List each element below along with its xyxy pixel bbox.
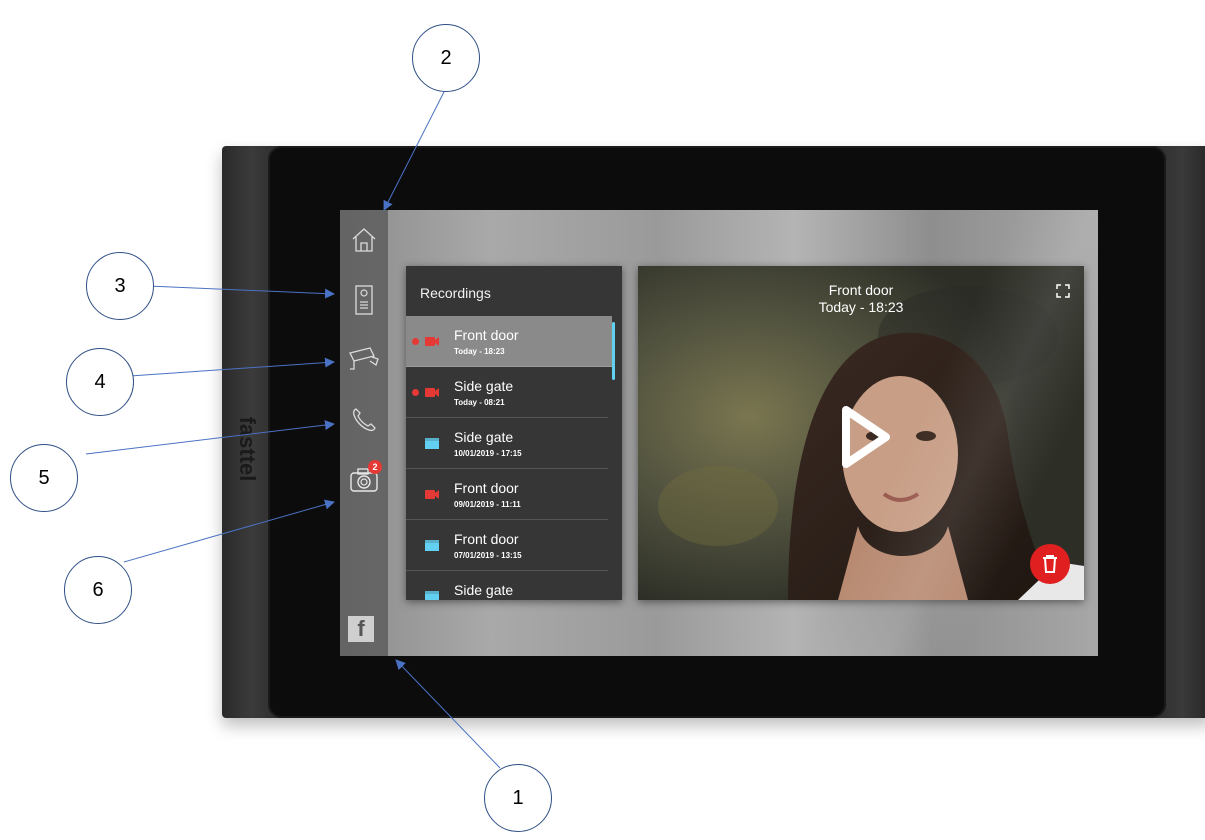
recording-item[interactable]: Side gate [406,571,608,600]
home-icon [352,228,376,252]
unread-dot [412,389,419,396]
notification-badge: 2 [368,460,382,474]
phone-icon [352,408,376,432]
recording-name: Side gate [454,429,514,445]
recording-item[interactable]: Side gate Today - 08:21 [406,367,608,418]
video-camera-icon [425,337,439,346]
recording-timestamp: Today - 18:23 [454,347,505,356]
screen: 2 f Recordings Front door Today - 18:23 Si… [340,210,1098,656]
play-icon[interactable] [840,406,890,468]
clapperboard-icon [425,591,439,600]
sidebar-item-home[interactable] [348,224,380,256]
recording-item[interactable]: Side gate 10/01/2019 - 17:15 [406,418,608,469]
recording-name: Side gate [454,378,514,394]
recordings-title: Recordings [420,285,491,301]
sidebar: 2 f [340,210,388,656]
fullscreen-icon[interactable] [1056,284,1070,298]
callout-5: 5 [10,444,78,512]
recording-name: Front door [454,480,519,496]
svg-text:fasttel: fasttel [235,417,258,482]
video-timestamp: Today - 18:23 [818,299,904,315]
recording-name: Front door [454,531,519,547]
callout-2: 2 [412,24,480,92]
clapperboard-icon [425,438,439,449]
video-camera-icon [425,490,439,499]
brand-logo-glyph: f [357,616,365,641]
recording-timestamp: Today - 08:21 [454,398,505,407]
brand-vertical-logo: fasttel [235,417,258,482]
cctv-camera-icon [349,347,379,370]
video-camera-name: Front door [828,282,894,298]
unread-dot [412,338,419,345]
recording-item[interactable]: Front door Today - 18:23 [406,316,612,367]
recording-timestamp: 09/01/2019 - 11:11 [454,500,521,509]
video-title: Front door Today - 18:23 [638,282,1084,316]
sidebar-item-cctv[interactable] [348,344,380,376]
sidebar-item-calls[interactable] [348,404,380,436]
recording-item[interactable]: Front door 07/01/2019 - 13:15 [406,520,608,571]
sidebar-item-recordings[interactable]: 2 [348,460,382,496]
recordings-panel: Recordings Front door Today - 18:23 Side g… [406,266,622,600]
video-player[interactable]: Front door Today - 18:23 [638,266,1084,600]
callout-3: 3 [86,252,154,320]
brand-logo[interactable]: f [348,616,374,642]
trash-icon [1043,555,1057,573]
callout-6: 6 [64,556,132,624]
door-panel-icon [355,285,373,315]
recording-timestamp: 07/01/2019 - 13:15 [454,551,522,560]
sidebar-item-intercom[interactable] [348,284,380,316]
delete-button[interactable] [1030,544,1070,584]
recording-item[interactable]: Front door 09/01/2019 - 11:11 [406,469,608,520]
clapperboard-icon [425,540,439,551]
recording-timestamp: 10/01/2019 - 17:15 [454,449,522,458]
recordings-list[interactable]: Front door Today - 18:23 Side gate Today - … [406,316,622,600]
recording-name: Front door [454,327,519,343]
recording-name: Side gate [454,582,514,598]
callout-4: 4 [66,348,134,416]
video-camera-icon [425,388,439,397]
list-scrollbar[interactable] [612,322,615,380]
callout-1: 1 [484,764,552,832]
